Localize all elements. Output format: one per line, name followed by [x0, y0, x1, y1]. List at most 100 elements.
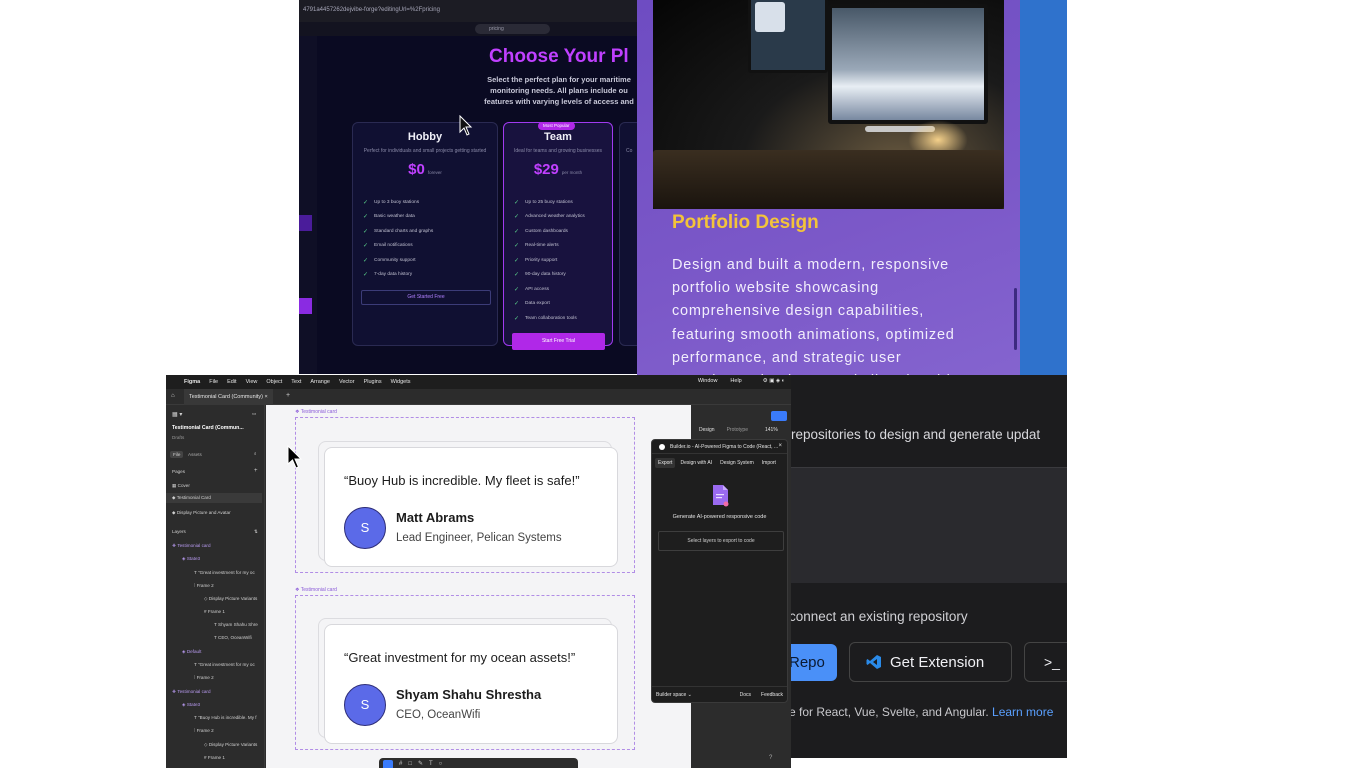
desk-surface [653, 150, 1004, 209]
framework-text: e for React, Vue, Svelte, and Angular. L… [789, 705, 1053, 719]
panel-toggle-icon[interactable]: ▭ [252, 411, 256, 417]
select-layers-box[interactable]: Select layers to export to code [658, 531, 784, 551]
repo-button[interactable]: Repo [787, 644, 837, 681]
docs-link[interactable]: Docs [740, 692, 751, 698]
menu-text[interactable]: Text [291, 379, 301, 385]
page-item[interactable]: ◆ Display Picture and Avatar [172, 510, 231, 516]
tab-design[interactable]: Design [699, 427, 715, 433]
testimonial-card[interactable]: “Great investment for my ocean assets!” … [324, 624, 618, 744]
tab-assets[interactable]: Assets [188, 452, 202, 457]
menu-vector[interactable]: Vector [339, 379, 355, 385]
browser-url-bar[interactable]: 4791a4457262dejvibe-forge?editingUrl=%2F… [299, 0, 637, 22]
frame-label[interactable]: ❖ Testimonial card [295, 587, 337, 593]
home-icon[interactable]: ⌂ [171, 393, 175, 399]
plan-card-partial: Co [619, 122, 637, 346]
layer-item[interactable]: T CEO, OceanWifi [214, 635, 252, 640]
layer-label: "Great investment for my oc [198, 570, 255, 575]
feature-label: Real-time alerts [525, 243, 559, 249]
plan-price: $0 forever [353, 161, 497, 178]
portfolio-title: Portfolio Design [672, 212, 819, 233]
terminal-button[interactable]: >_ [1024, 642, 1067, 682]
feature-label: Basic weather data [374, 214, 415, 220]
menu-object[interactable]: Object [266, 379, 282, 385]
menu-plugins[interactable]: Plugins [364, 379, 382, 385]
layer-item[interactable]: ❖ Testimonial card [172, 689, 211, 695]
menu-edit[interactable]: Edit [227, 379, 236, 385]
layers-toggle-icon[interactable]: ⇅ [254, 529, 258, 535]
tab-testimonial-card[interactable]: Testimonial Card (Community) × [184, 389, 273, 405]
get-started-free-button[interactable]: Get Started Free [361, 290, 491, 305]
layer-item[interactable]: ❖ Testimonial card [172, 543, 211, 549]
start-free-trial-button[interactable]: Start Free Trial [512, 333, 605, 350]
tab-prototype[interactable]: Prototype [727, 427, 748, 433]
tab-export[interactable]: Export [655, 458, 676, 468]
sidebar-indicator-active[interactable] [299, 298, 312, 314]
help-icon[interactable]: ? [769, 755, 772, 761]
layer-item[interactable]: ⁞ Frame 2 [194, 728, 214, 733]
builder-plugin-window: Builder.io - AI-Powered Figma to Code (R… [651, 439, 788, 703]
search-input[interactable]: pricing [475, 24, 550, 34]
tab-import[interactable]: Import [759, 458, 779, 468]
menu-arrange[interactable]: Arrange [310, 379, 330, 385]
page-label: Display Picture and Avatar [176, 510, 231, 515]
add-page-icon[interactable]: + [254, 468, 258, 474]
menu-file[interactable]: File [209, 379, 218, 385]
menu-view[interactable]: View [246, 379, 258, 385]
layer-item[interactable]: # Frame 1 [204, 755, 225, 760]
layer-item[interactable]: ◈ State3 [182, 702, 200, 708]
layer-label: "Buoy Hub is incredible. My f [198, 715, 257, 720]
menu-figma[interactable]: Figma [184, 379, 200, 385]
menu-window[interactable]: Window [698, 378, 718, 384]
file-name[interactable]: Testimonial Card (Commun... [172, 425, 244, 431]
tab-design-with-ai[interactable]: Design with AI [677, 458, 715, 468]
vscode-icon [866, 655, 881, 669]
search-icon[interactable]: ⌕ [254, 451, 257, 456]
check-icon: ✓ [514, 272, 520, 279]
tab-design-system[interactable]: Design System [717, 458, 757, 468]
testimonial-frame[interactable]: “Great investment for my ocean assets!” … [295, 595, 635, 750]
layer-item[interactable]: ◇ Display Picture Variants [204, 742, 257, 748]
share-button[interactable] [771, 411, 787, 421]
close-icon[interactable]: × [778, 443, 782, 449]
layer-item[interactable]: ◇ Display Picture Variants [204, 596, 257, 602]
page-item-active[interactable]: ◆ Testimonial Card [166, 493, 262, 503]
testimonial-frame[interactable]: “Buoy Hub is incredible. My fleet is saf… [295, 417, 635, 573]
learn-more-link[interactable]: Learn more [992, 705, 1053, 719]
layer-label: State3 [186, 556, 201, 561]
layer-item[interactable]: T "Great investment for my oc [194, 662, 255, 667]
person-name: Shyam Shahu Shrestha [396, 687, 542, 702]
layer-label: State3 [186, 702, 201, 707]
frame-label[interactable]: ❖ Testimonial card [295, 409, 337, 415]
testimonial-card[interactable]: “Buoy Hub is incredible. My fleet is saf… [324, 447, 618, 567]
layer-item[interactable]: T "Buoy Hub is incredible. My f [194, 715, 257, 720]
feature-label: Data export [525, 301, 550, 307]
add-tab-icon[interactable]: + [286, 392, 290, 399]
tab-file[interactable]: File [170, 451, 184, 458]
layer-item[interactable]: ◈ State3 [182, 556, 200, 562]
figma-layers-panel: ▦ ▾ ▭ Testimonial Card (Commun... Drafts… [166, 405, 265, 768]
get-extension-button[interactable]: Get Extension [849, 642, 1012, 682]
layer-item[interactable]: # Frame 1 [204, 609, 225, 614]
figma-canvas[interactable]: ❖ Testimonial card “Buoy Hub is incredib… [266, 405, 691, 768]
layer-item[interactable]: ⁞ Frame 2 [194, 675, 214, 680]
layer-label: Shyam Shahu Shre [218, 622, 258, 627]
layer-item[interactable]: ◈ Default [182, 649, 201, 655]
move-tool-icon[interactable] [383, 760, 393, 768]
feature-label: 90-day data history [525, 272, 566, 278]
layer-item[interactable]: T Shyam Shahu Shre [214, 622, 258, 627]
code-document-icon [713, 485, 729, 507]
plan-description: Perfect for individuals and small projec… [363, 148, 487, 154]
feedback-link[interactable]: Feedback [761, 692, 783, 698]
layer-item[interactable]: ⁞ Frame 2 [194, 583, 214, 588]
search-text: pricing [489, 26, 504, 32]
menu-widgets[interactable]: Widgets [391, 379, 411, 385]
main-menu-icon[interactable]: ▦ ▾ [172, 411, 182, 418]
builder-space-select[interactable]: Builder space ⌄ [656, 692, 692, 698]
menu-help[interactable]: Help [730, 378, 741, 384]
close-icon[interactable]: × [265, 394, 268, 400]
scrollbar-thumb[interactable] [1014, 288, 1017, 350]
zoom-level[interactable]: 141% [765, 427, 778, 433]
page-item[interactable]: ▦ Cover [172, 483, 190, 489]
layer-item[interactable]: T "Great investment for my oc [194, 570, 255, 575]
toolbar-tools[interactable]: #□✎T○ [399, 760, 448, 767]
